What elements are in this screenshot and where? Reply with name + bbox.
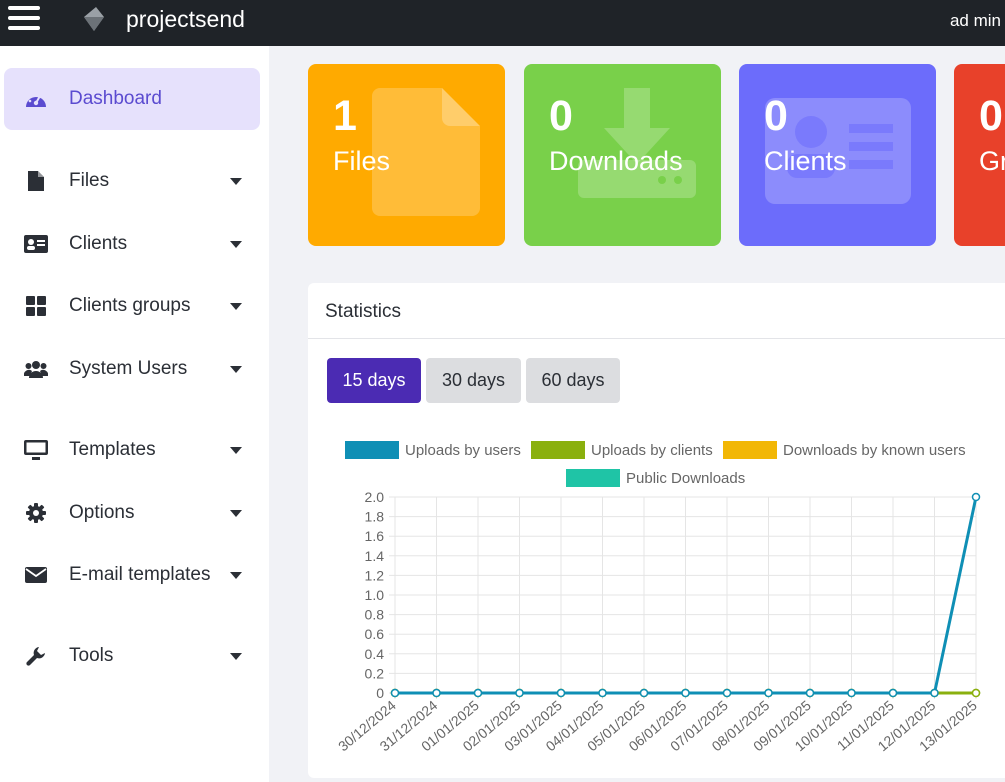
sidebar-item-clients[interactable]: Clients (4, 213, 260, 275)
stat-card-clients[interactable]: 0 Clients (739, 64, 936, 246)
data-point (556, 688, 566, 698)
users-icon (24, 357, 48, 381)
wrench-icon (24, 644, 48, 668)
y-tick-label: 1.6 (365, 528, 385, 544)
id-card-icon (24, 232, 48, 256)
data-point (432, 688, 441, 698)
y-tick-label: 0.2 (365, 665, 385, 681)
sidebar-item-label: Dashboard (69, 88, 162, 109)
sidebar-item-label: System Users (69, 358, 188, 379)
stat-value: 0 (764, 92, 788, 140)
projectsend-logo-icon (84, 7, 104, 31)
y-tick-label: 0 (376, 685, 384, 701)
sidebar-item-label: Templates (69, 439, 156, 460)
data-point (473, 688, 483, 698)
user-menu[interactable]: ad min (950, 11, 1001, 31)
y-tick-label: 1.4 (365, 548, 385, 564)
sidebar: Dashboard Files Clients Clients groups S… (0, 46, 269, 782)
legend-swatch (566, 469, 620, 487)
stat-label: Files (333, 146, 391, 176)
range-60-days-button[interactable]: 60 days (526, 358, 620, 403)
data-point (598, 688, 607, 698)
stat-label: Downloads (549, 146, 683, 176)
stat-value: 1 (333, 92, 357, 140)
sidebar-item-system-users[interactable]: System Users (4, 338, 260, 400)
y-tick-label: 1.0 (365, 587, 385, 603)
download-icon (578, 88, 696, 198)
data-point (805, 688, 815, 698)
stat-card-files[interactable]: 1 Files (308, 64, 505, 246)
data-point (515, 688, 524, 698)
data-point (681, 688, 690, 698)
chevron-down-icon (230, 177, 242, 185)
envelope-icon (24, 563, 48, 587)
sidebar-item-label: Tools (69, 645, 114, 666)
sidebar-item-label: Clients groups (69, 295, 191, 316)
statistics-chart: Uploads by users Uploads by clients Downlo… (335, 441, 981, 754)
sidebar-item-templates[interactable]: Templates (4, 419, 260, 481)
sidebar-item-email-templates[interactable]: E-mail templates (4, 544, 260, 606)
sidebar-item-clients-groups[interactable]: Clients groups (4, 275, 260, 337)
grid-icon (24, 294, 48, 318)
legend-label: Downloads by known users (783, 442, 966, 459)
legend-swatch (531, 441, 585, 459)
data-point (639, 688, 649, 698)
dashboard-icon (24, 87, 48, 111)
sidebar-item-files[interactable]: Files (4, 150, 260, 212)
chevron-down-icon (230, 652, 242, 660)
data-point (764, 688, 773, 698)
data-point (930, 688, 939, 698)
y-tick-label: 2.0 (365, 489, 385, 505)
data-point (722, 688, 732, 698)
sidebar-item-label: Files (69, 170, 110, 191)
gear-icon (24, 501, 48, 525)
legend-swatch (723, 441, 777, 459)
data-point (888, 688, 898, 698)
range-30-days-button[interactable]: 30 days (426, 358, 521, 403)
range-15-days-button[interactable]: 15 days (327, 358, 421, 403)
sidebar-item-label: Options (69, 502, 135, 523)
stat-label: Gr (979, 146, 1005, 176)
stat-card-groups[interactable]: 0 Gr (954, 64, 1005, 246)
brand-name[interactable]: projectsend (126, 6, 245, 33)
chevron-down-icon (230, 509, 242, 517)
stat-label: Clients (764, 146, 847, 176)
chevron-down-icon (230, 240, 242, 248)
legend-label: Uploads by clients (591, 442, 713, 459)
hamburger-menu-icon[interactable] (8, 6, 40, 34)
sidebar-item-label: E-mail templates (69, 564, 211, 585)
data-point (971, 492, 981, 502)
chevron-down-icon (230, 571, 242, 579)
sidebar-item-options[interactable]: Options (4, 482, 260, 544)
data-point (390, 688, 400, 698)
y-tick-label: 0.6 (365, 626, 385, 642)
panel-title: Statistics (325, 301, 402, 322)
file-icon (24, 169, 48, 193)
chevron-down-icon (230, 446, 242, 454)
legend-label: Uploads by users (405, 442, 521, 459)
legend-label: Public Downloads (626, 470, 745, 487)
stat-value: 0 (979, 92, 1003, 140)
data-point (847, 688, 856, 698)
monitor-icon (24, 438, 48, 462)
stat-card-downloads[interactable]: 0 Downloads (524, 64, 721, 246)
legend-swatch (345, 441, 399, 459)
sidebar-item-tools[interactable]: Tools (4, 625, 260, 687)
panel-header: Statistics (308, 283, 1005, 339)
sidebar-item-dashboard[interactable]: Dashboard (4, 68, 260, 130)
stat-value: 0 (549, 92, 573, 140)
chevron-down-icon (230, 365, 242, 373)
y-tick-label: 0.8 (365, 607, 385, 623)
top-bar: projectsend ad min (0, 0, 1005, 46)
sidebar-item-label: Clients (69, 233, 128, 254)
chevron-down-icon (230, 302, 242, 310)
y-tick-label: 0.4 (365, 646, 385, 662)
data-point (971, 688, 981, 698)
y-tick-label: 1.8 (365, 509, 385, 525)
y-tick-label: 1.2 (365, 567, 385, 583)
